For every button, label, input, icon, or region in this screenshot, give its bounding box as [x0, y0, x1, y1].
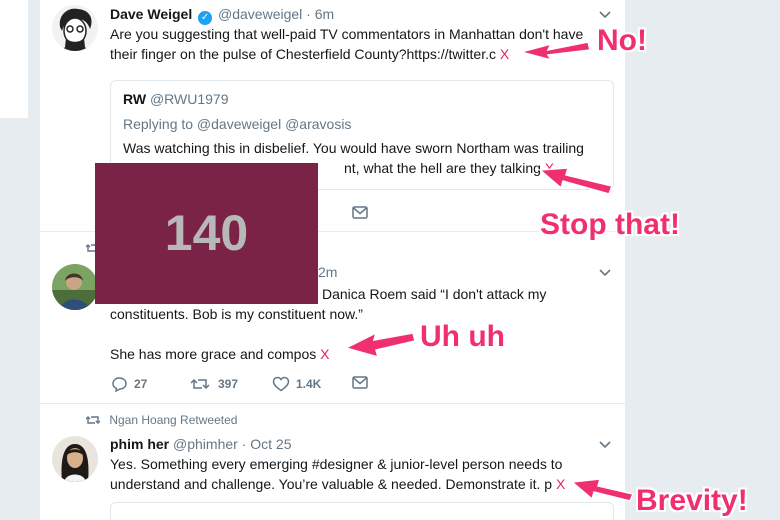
retweet-icon — [85, 416, 101, 424]
tweet-header: Dave Weigel ✓ @daveweigel · 6m — [110, 6, 334, 25]
x-mark: X — [320, 346, 330, 362]
reply-context: Replying to @daveweigel @aravosis — [123, 116, 352, 132]
envelope-icon — [352, 206, 368, 219]
quote-text-segment: nt, what the hell are they talking — [344, 160, 541, 176]
reply-icon — [112, 377, 127, 392]
author-name[interactable]: Dave Weigel — [110, 6, 192, 22]
reply-count: 27 — [134, 377, 148, 391]
tweet-text-line: understand and challenge. You’re valuabl… — [110, 474, 620, 494]
avatar[interactable] — [52, 5, 98, 51]
tweet-text-segment: their finger on the pulse of Chesterfiel… — [110, 46, 496, 62]
author-handle[interactable]: @phimher — [173, 436, 238, 452]
tweet-text: Yes. Something every emerging #designer … — [110, 454, 620, 494]
tweet-text-segment: understand and challenge. You’re valuabl… — [110, 476, 553, 492]
retweet-context: Ngan Hoang Retweeted — [85, 413, 237, 427]
right-column — [625, 0, 780, 520]
tweet-text: Are you suggesting that well-paid TV com… — [110, 24, 620, 64]
like-count: 1.4K — [296, 377, 322, 391]
annotation-no: No! — [597, 24, 647, 57]
envelope-icon — [352, 376, 368, 389]
tweet-text-line: their finger on the pulse of Chesterfiel… — [110, 44, 620, 64]
retweet-icon — [190, 378, 210, 390]
tweet-text-line: She has more grace and compos X — [110, 344, 329, 364]
retweet-count: 397 — [218, 377, 239, 391]
x-mark: X — [499, 46, 510, 62]
quote-header: RW @RWU1979 — [123, 91, 229, 107]
tweet-text-line: Yes. Something every emerging #designer … — [110, 456, 563, 472]
tweet-timestamp[interactable]: 6m — [315, 6, 334, 22]
chevron-down-icon[interactable] — [596, 436, 614, 454]
quote-author-name: RW — [123, 91, 147, 107]
left-card — [0, 0, 28, 118]
annotation-uh-uh: Uh uh — [420, 320, 505, 353]
left-column — [0, 0, 40, 520]
tweet-header: phim her @phimher · Oct 25 — [110, 436, 292, 452]
retweet-context-label[interactable]: Ngan Hoang Retweeted — [109, 413, 237, 427]
chevron-down-icon[interactable] — [596, 6, 614, 24]
character-count: 140 — [164, 205, 249, 261]
embedded-card[interactable] — [110, 502, 614, 520]
tweet-text-line: constituents. Bob is my constituent now.… — [110, 306, 363, 322]
author-name[interactable]: phim her — [110, 436, 169, 452]
tweet-phim-her[interactable]: Ngan Hoang Retweeted phim her @phimher ·… — [40, 404, 625, 520]
heart-icon — [272, 376, 290, 392]
separator-dot: · — [306, 6, 311, 22]
verified-badge-icon: ✓ — [198, 11, 213, 25]
avatar[interactable] — [52, 264, 98, 310]
tweet-timestamp[interactable]: Oct 25 — [250, 436, 291, 452]
character-counter-block: 140 — [95, 163, 318, 304]
annotation-brevity: Brevity! — [636, 484, 748, 517]
tweet-text-line: Danica Roem said “I don't attack my — [322, 286, 547, 302]
x-mark: X — [555, 476, 566, 492]
tweet-timestamp[interactable]: 2m — [318, 264, 337, 280]
tweet-actions: 27 397 1.4K — [110, 376, 410, 394]
tweet-text-segment: She has more grace and compos — [110, 346, 317, 362]
quote-text-line: Was watching this in disbelief. You woul… — [123, 140, 584, 156]
x-mark: X — [544, 160, 555, 176]
quote-author-handle: @RWU1979 — [149, 91, 229, 107]
message-button[interactable] — [352, 206, 370, 222]
chevron-down-icon[interactable] — [596, 264, 614, 282]
tweet-header: 2m — [318, 264, 337, 280]
tweet-text-line: Are you suggesting that well-paid TV com… — [110, 26, 584, 42]
separator-dot: · — [241, 436, 247, 452]
quote-text-line: nt, what the hell are they talking X — [344, 158, 554, 178]
avatar[interactable] — [52, 436, 98, 482]
annotation-stop-that: Stop that! — [540, 208, 680, 241]
author-handle[interactable]: @daveweigel — [218, 6, 302, 22]
